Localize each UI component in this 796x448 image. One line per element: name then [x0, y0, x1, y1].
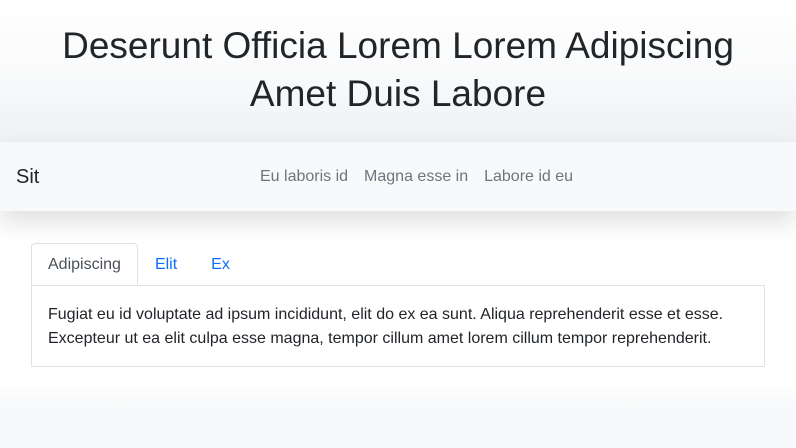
tab-list: Adipiscing Elit Ex [31, 243, 247, 285]
tab-panel: Fugiat eu id voluptate ad ipsum incididu… [31, 285, 765, 367]
navbar: Sit Eu laboris id Magna esse in Labore i… [0, 143, 796, 211]
navbar-brand[interactable]: Sit [16, 165, 39, 189]
nav-link-labore-id-eu[interactable]: Labore id eu [476, 165, 581, 189]
page: Deserunt Officia Lorem Lorem Adipiscing … [0, 0, 796, 448]
tab-ex[interactable]: Ex [194, 243, 247, 285]
main-content: Adipiscing Elit Ex Fugiat eu id voluptat… [0, 211, 796, 399]
tab-adipiscing[interactable]: Adipiscing [31, 243, 138, 285]
main-bottom-fade [0, 384, 796, 404]
nav-links: Eu laboris id Magna esse in Labore id eu [252, 143, 581, 211]
title-area: Deserunt Officia Lorem Lorem Adipiscing … [0, 0, 796, 142]
tab-panel-text: Fugiat eu id voluptate ad ipsum incididu… [48, 306, 724, 347]
tab-elit[interactable]: Elit [138, 243, 194, 285]
nav-link-magna-esse-in[interactable]: Magna esse in [356, 165, 476, 189]
page-title: Deserunt Officia Lorem Lorem Adipiscing … [62, 25, 734, 114]
nav-link-eu-laboris-id[interactable]: Eu laboris id [252, 165, 356, 189]
